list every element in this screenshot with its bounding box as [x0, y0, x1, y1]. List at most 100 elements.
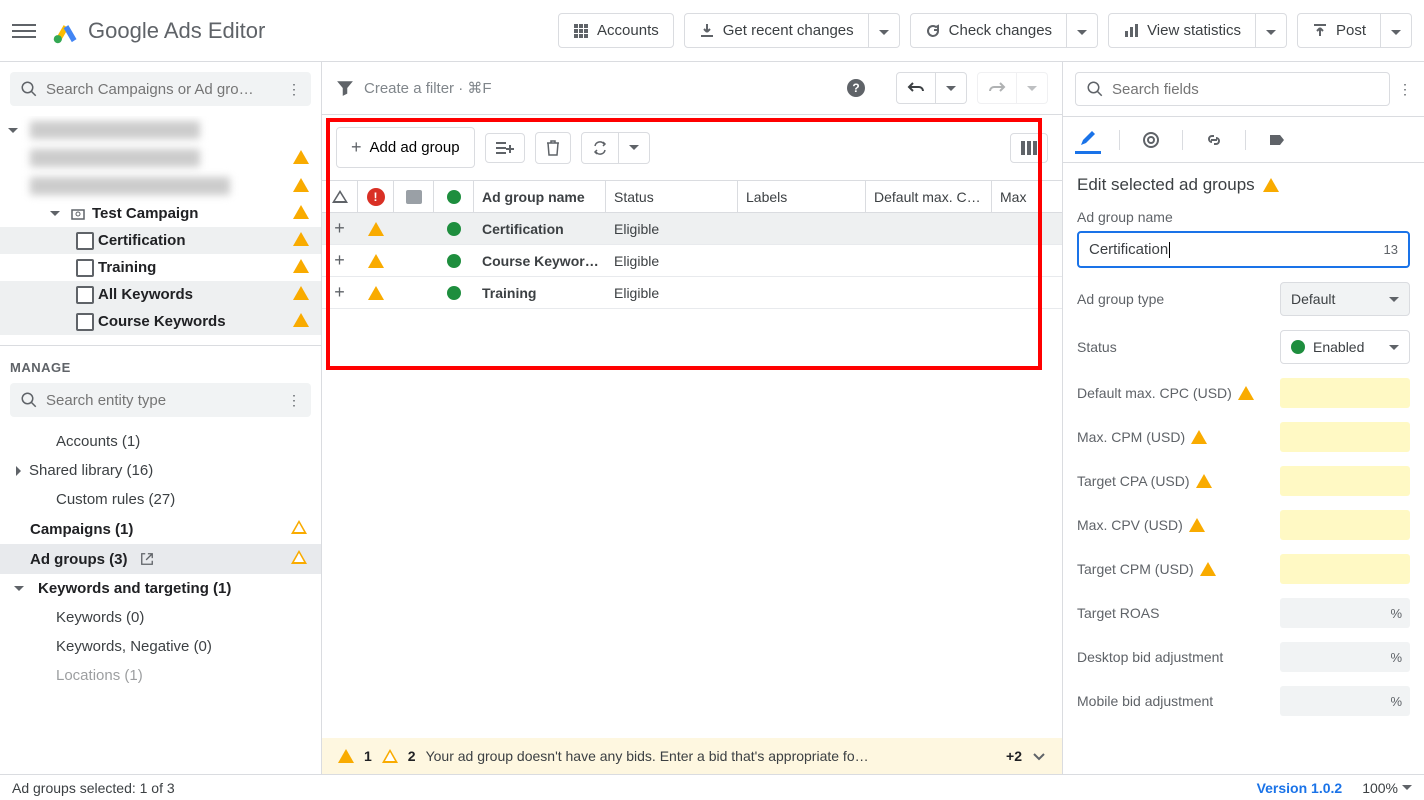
campaign-search-input[interactable] — [46, 81, 279, 98]
label-name: Ad group name — [1077, 209, 1410, 225]
cell-status: Eligible — [606, 215, 738, 243]
columns-button[interactable] — [1010, 133, 1048, 163]
tab-link[interactable] — [1201, 127, 1227, 153]
right-more-icon[interactable]: ⋮ — [1398, 81, 1412, 98]
tab-target[interactable] — [1138, 127, 1164, 153]
help-icon[interactable]: ? — [846, 78, 866, 98]
grid-row[interactable]: + Certification Eligible — [322, 213, 1062, 245]
main-content: Create a filter · ⌘F ? +Add ad group — [322, 62, 1062, 774]
col-labels[interactable]: Labels — [738, 181, 866, 212]
tab-label[interactable] — [1264, 127, 1290, 153]
col-default-max[interactable]: Default max. C… — [866, 181, 992, 212]
entity-list: Accounts (1) Shared library (16) Custom … — [0, 427, 321, 690]
label-max-cpm: Max. CPM (USD) — [1077, 429, 1270, 445]
label-mobile-bid: Mobile bid adjustment — [1077, 693, 1270, 709]
input-desktop-bid[interactable]: % — [1280, 642, 1410, 672]
post-button[interactable]: Post — [1297, 13, 1381, 48]
fields-search[interactable] — [1075, 72, 1390, 106]
status-select[interactable]: Enabled — [1280, 330, 1410, 364]
col-status[interactable]: Status — [606, 181, 738, 212]
grid-row[interactable]: + Training Eligible — [322, 277, 1062, 309]
tree-adgroup-certification[interactable]: Certification — [0, 227, 321, 254]
multi-edit-button[interactable] — [485, 133, 525, 163]
tree-adgroup-training[interactable]: Training — [0, 254, 321, 281]
col-delta[interactable] — [322, 181, 358, 212]
undo-group — [896, 72, 967, 104]
cell-status: Eligible — [606, 247, 738, 275]
tree-campaign-row[interactable]: Test Campaign — [0, 200, 321, 227]
input-mobile-bid[interactable]: % — [1280, 686, 1410, 716]
hamburger-menu-icon[interactable] — [12, 19, 36, 43]
entity-search[interactable]: ⋮ — [10, 383, 311, 417]
tab-edit[interactable] — [1075, 125, 1101, 154]
replace-button[interactable] — [581, 132, 619, 164]
check-changes-dropdown[interactable] — [1067, 13, 1098, 48]
tree-adgroup-all-keywords[interactable]: All Keywords — [0, 281, 321, 308]
check-changes-button[interactable]: Check changes — [910, 13, 1067, 48]
view-stats-button[interactable]: View statistics — [1108, 13, 1256, 48]
col-name[interactable]: Ad group name — [474, 181, 606, 212]
entity-custom-rules[interactable]: Custom rules (27) — [0, 485, 321, 514]
view-stats-dropdown[interactable] — [1256, 13, 1287, 48]
entity-keywords-targeting[interactable]: Keywords and targeting (1) — [0, 574, 321, 603]
redo-dropdown[interactable] — [1017, 72, 1048, 104]
version-label[interactable]: Version 1.0.2 — [1257, 780, 1343, 796]
grid-row[interactable]: + Course Keywor… Eligible — [322, 245, 1062, 277]
redo-button[interactable] — [977, 72, 1017, 104]
get-recent-dropdown[interactable] — [869, 13, 900, 48]
input-target-roas[interactable]: % — [1280, 598, 1410, 628]
name-input[interactable]: Certification 13 — [1077, 231, 1410, 268]
entity-search-input[interactable] — [46, 392, 279, 409]
entity-ad-groups[interactable]: Ad groups (3) — [0, 544, 321, 574]
entity-shared-library[interactable]: Shared library (16) — [0, 456, 321, 485]
post-split: Post — [1297, 13, 1412, 48]
campaign-search-more-icon[interactable]: ⋮ — [287, 81, 301, 98]
tree-subaccount-row[interactable] — [0, 172, 321, 200]
entity-search-more-icon[interactable]: ⋮ — [287, 392, 301, 409]
get-recent-label: Get recent changes — [723, 22, 854, 39]
warning-message: Your ad group doesn't have any bids. Ent… — [426, 748, 996, 764]
accounts-button[interactable]: Accounts — [558, 13, 674, 48]
col-status-dot[interactable] — [434, 181, 474, 212]
get-recent-button[interactable]: Get recent changes — [684, 13, 869, 48]
campaign-search[interactable]: ⋮ — [10, 72, 311, 106]
tree-subaccount-row[interactable] — [0, 144, 321, 172]
collapse-icon[interactable] — [1032, 749, 1046, 763]
warning-bar[interactable]: 1 2 Your ad group doesn't have any bids.… — [322, 738, 1062, 774]
zoom-control[interactable]: 100% — [1362, 780, 1412, 796]
input-max-cpm[interactable] — [1280, 422, 1410, 452]
tree-account-row[interactable] — [0, 116, 321, 144]
svg-text:?: ? — [852, 81, 859, 95]
delete-button[interactable] — [535, 132, 571, 164]
top-bar: Google Ads Editor Accounts Get recent ch… — [0, 0, 1424, 62]
entity-accounts[interactable]: Accounts (1) — [0, 427, 321, 456]
entity-locations[interactable]: Locations (1) — [0, 661, 321, 690]
input-target-cpa[interactable] — [1280, 466, 1410, 496]
type-select[interactable]: Default — [1280, 282, 1410, 316]
input-max-cpv[interactable] — [1280, 510, 1410, 540]
input-default-cpc[interactable] — [1280, 378, 1410, 408]
panel-heading: Edit selected ad groups — [1077, 175, 1410, 195]
tree-adgroup-course-keywords[interactable]: Course Keywords — [0, 308, 321, 335]
filter-input-area[interactable]: Create a filter · ⌘F — [336, 79, 836, 97]
post-dropdown[interactable] — [1381, 13, 1412, 48]
label-default-cpc: Default max. CPC (USD) — [1077, 385, 1270, 401]
entity-keywords[interactable]: Keywords (0) — [0, 603, 321, 632]
target-icon — [1142, 131, 1160, 149]
add-ad-group-button[interactable]: +Add ad group — [336, 127, 475, 168]
label-max-cpv: Max. CPV (USD) — [1077, 517, 1270, 533]
fields-search-input[interactable] — [1112, 81, 1379, 98]
label-desktop-bid: Desktop bid adjustment — [1077, 649, 1270, 665]
entity-campaigns[interactable]: Campaigns (1) — [0, 514, 321, 544]
col-max[interactable]: Max — [992, 181, 1062, 212]
input-target-cpm[interactable] — [1280, 554, 1410, 584]
google-ads-logo-icon — [52, 17, 80, 45]
undo-button[interactable] — [896, 72, 936, 104]
label-icon — [1268, 131, 1286, 149]
undo-dropdown[interactable] — [936, 72, 967, 104]
entity-keywords-negative[interactable]: Keywords, Negative (0) — [0, 632, 321, 661]
col-comment[interactable] — [394, 181, 434, 212]
replace-dropdown[interactable] — [619, 132, 650, 164]
col-error[interactable]: ! — [358, 181, 394, 212]
view-stats-label: View statistics — [1147, 22, 1241, 39]
